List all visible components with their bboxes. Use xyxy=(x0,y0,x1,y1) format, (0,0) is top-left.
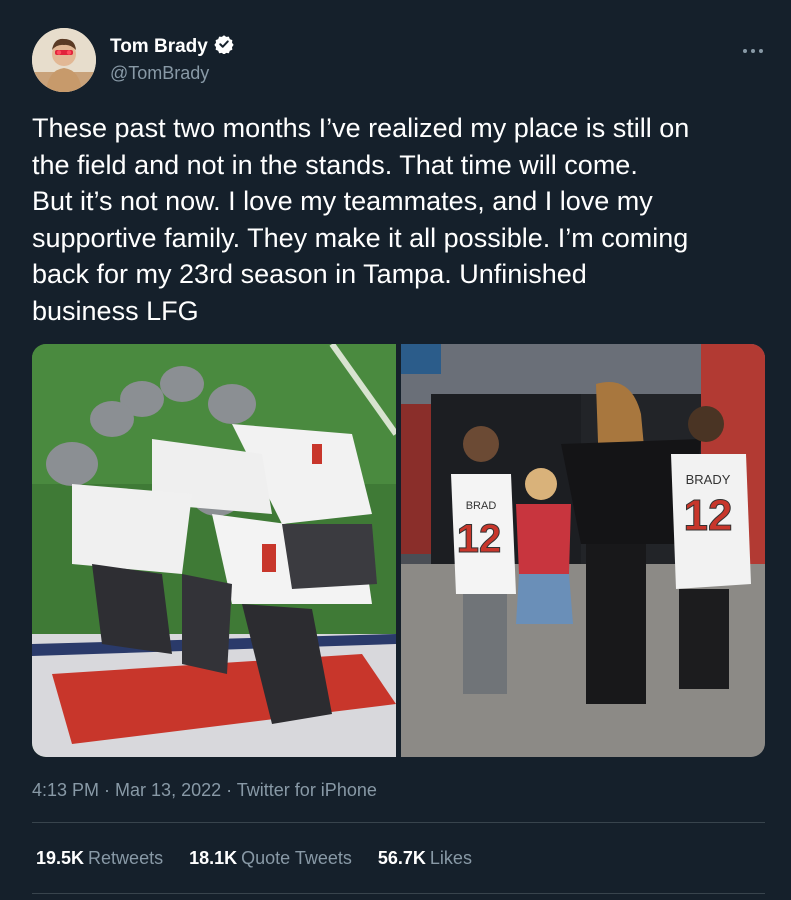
tweet-date[interactable]: Mar 13, 2022 xyxy=(115,780,221,800)
likes-label: Likes xyxy=(429,848,472,868)
author-names: Tom Brady @TomBrady xyxy=(110,34,234,84)
likes-count: 56.7K xyxy=(377,848,426,868)
jersey-name-right: BRADY xyxy=(685,472,730,487)
verified-badge-icon xyxy=(214,34,234,59)
tweet-metadata: 4:13 PM · Mar 13, 2022 · Twitter for iPh… xyxy=(32,780,377,801)
tweet-stats: 19.5K Retweets 18.1K Quote Tweets 56.7K Lik… xyxy=(36,848,472,869)
jersey-number-right: 12 xyxy=(683,491,732,540)
retweets-count: 19.5K xyxy=(36,848,85,868)
retweets-label: Retweets xyxy=(88,848,164,868)
avatar[interactable] xyxy=(32,28,96,92)
divider-bottom xyxy=(32,893,765,894)
tweet-media: BRADY 12 BRAD 12 xyxy=(32,344,765,757)
media-photo-football-line[interactable] xyxy=(32,344,397,757)
quote-tweets-stat[interactable]: 18.1K Quote Tweets xyxy=(189,848,352,869)
more-horizontal-icon[interactable] xyxy=(742,34,764,60)
media-photo-family[interactable]: BRADY 12 BRAD 12 xyxy=(400,344,765,757)
handle[interactable]: @TomBrady xyxy=(110,63,234,84)
meta-separator: · xyxy=(221,780,237,800)
retweets-stat[interactable]: 19.5K Retweets xyxy=(36,848,163,869)
tweet-header: Tom Brady @TomBrady xyxy=(32,28,772,94)
jersey-name-left: BRAD xyxy=(465,500,496,512)
display-name[interactable]: Tom Brady xyxy=(110,36,208,58)
tweet-text: These past two months I’ve realized my p… xyxy=(32,113,690,326)
quote-tweets-count: 18.1K xyxy=(189,848,238,868)
jersey-number-left: 12 xyxy=(456,517,501,561)
quote-tweets-label: Quote Tweets xyxy=(241,848,352,868)
likes-stat[interactable]: 56.7K Likes xyxy=(378,848,472,869)
tweet-time[interactable]: 4:13 PM xyxy=(32,780,99,800)
tweet-source[interactable]: Twitter for iPhone xyxy=(237,780,377,800)
meta-separator: · xyxy=(99,780,116,800)
tweet-detail: Tom Brady @TomBrady These past two month… xyxy=(0,0,791,900)
divider-top xyxy=(32,822,765,823)
